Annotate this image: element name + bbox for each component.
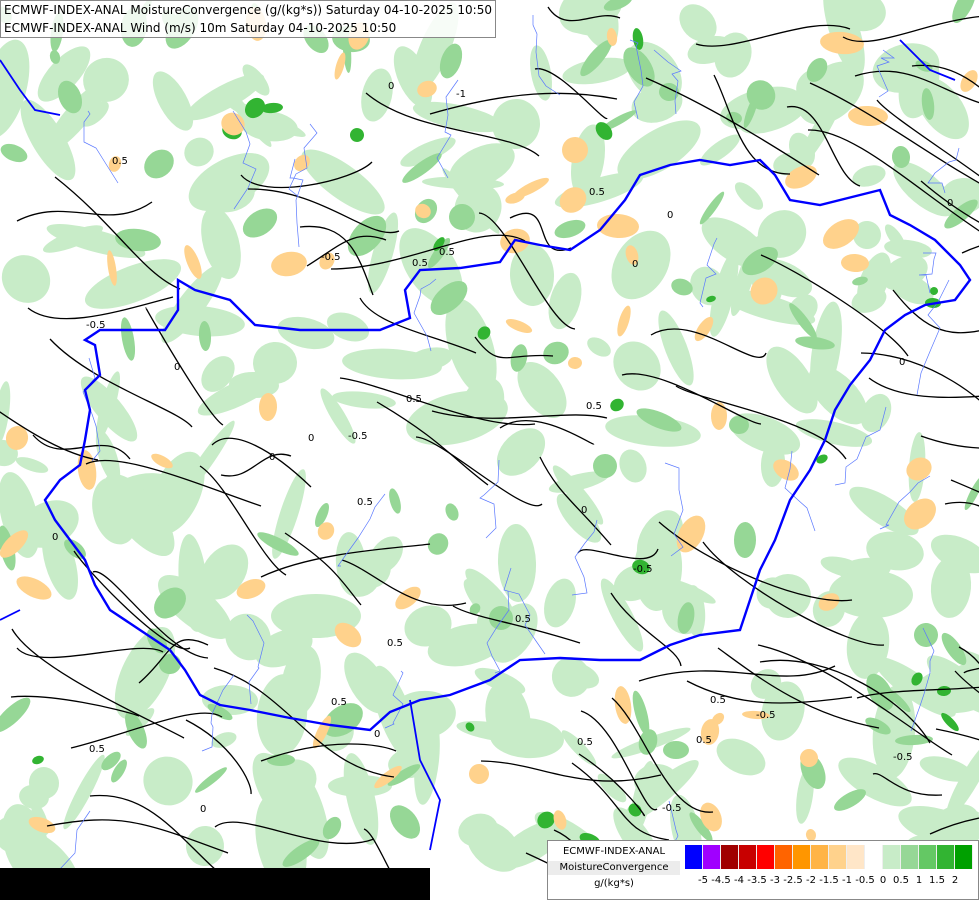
contour-label: 0.5 (515, 614, 531, 625)
legend-swatch (757, 845, 775, 869)
contour-label: 0.5 (439, 247, 455, 258)
legend-swatch (775, 845, 793, 869)
legend-ticks: -5 -4.5 -4 -3.5 -3 -2.5 -2 -1.5 -1 -0.5 0 0.5 1 1.5 2 (685, 875, 975, 889)
contour-label: -0.5 (86, 320, 106, 331)
field-patch (663, 741, 689, 759)
legend-tick-label: 1.5 (929, 875, 945, 886)
weather-map: 00.5-0.5-10.50-0.50.500.50-0.50.500.5-0.… (0, 0, 979, 900)
map-background (0, 0, 979, 900)
contour-label: -0.5 (662, 803, 682, 814)
legend-tick-label: 0.5 (893, 875, 909, 886)
legend-swatch (883, 845, 901, 869)
map-title: ECMWF-INDEX-ANAL MoistureConvergence (g/… (0, 0, 496, 38)
legend-swatch (811, 845, 829, 869)
contour-label: -0.5 (633, 564, 653, 575)
contour-label: 0.5 (589, 187, 605, 198)
color-legend: ECMWF-INDEX-ANAL MoistureConvergence g/(… (547, 840, 979, 900)
nodata-band (0, 868, 430, 900)
legend-source: ECMWF-INDEX-ANAL (562, 846, 666, 857)
legend-swatch (847, 845, 865, 869)
contour-label: 0.5 (357, 497, 373, 508)
legend-tick-label: 1 (915, 875, 923, 886)
contour-label: 0.5 (586, 401, 602, 412)
contour-label: -0.5 (756, 710, 776, 721)
legend-swatch (703, 845, 721, 869)
legend-tick-label: -4.5 (711, 875, 731, 886)
contour-label: 0 (947, 198, 953, 209)
contour-label: -1 (456, 89, 466, 100)
contour-label: 0.5 (112, 156, 128, 167)
contour-label: 0.5 (710, 695, 726, 706)
contour-label: 0 (174, 362, 180, 373)
legend-swatch (685, 845, 703, 869)
contour-label: 0 (374, 729, 380, 740)
contour-label: 0.5 (696, 735, 712, 746)
legend-tick-label: -3 (770, 875, 780, 886)
contour-label: 0 (632, 259, 638, 270)
legend-swatch (955, 845, 973, 869)
contour-label: -0.5 (348, 431, 368, 442)
contour-label: 0 (200, 804, 206, 815)
title-line-wind: ECMWF-INDEX-ANAL Wind (m/s) 10m Saturday… (4, 21, 397, 35)
legend-tick-label: -4 (734, 875, 744, 886)
contour-label: 0 (52, 532, 58, 543)
legend-swatch (793, 845, 811, 869)
legend-tick-label: -1 (842, 875, 852, 886)
legend-tick-label: -2.5 (783, 875, 803, 886)
title-line-moisture: ECMWF-INDEX-ANAL MoistureConvergence (g/… (4, 3, 492, 17)
contour-label: 0 (667, 210, 673, 221)
contour-label: 0.5 (331, 697, 347, 708)
legend-tick-label: -1.5 (819, 875, 839, 886)
legend-tick-label: -5 (698, 875, 708, 886)
contour-label: 0 (269, 452, 275, 463)
contour-label: -0.5 (321, 252, 341, 263)
legend-tick-label: 0 (879, 875, 887, 886)
legend-variable: MoistureConvergence (548, 861, 680, 875)
contour-label: 0.5 (406, 394, 422, 405)
legend-swatch (739, 845, 757, 869)
legend-swatch (919, 845, 937, 869)
contour-label: 0.5 (387, 638, 403, 649)
contour-label: -0.5 (893, 752, 913, 763)
legend-swatch (901, 845, 919, 869)
legend-swatch (865, 845, 883, 869)
legend-tick-label: -0.5 (855, 875, 875, 886)
legend-unit: g/(kg*s) (594, 878, 634, 889)
contour-label: 0 (581, 505, 587, 516)
legend-swatch (829, 845, 847, 869)
legend-swatch (937, 845, 955, 869)
contour-label: 0 (388, 81, 394, 92)
contour-label: 0.5 (412, 258, 428, 269)
field-patch (711, 402, 727, 430)
legend-tick-label: 2 (951, 875, 959, 886)
contour-label: 0 (899, 357, 905, 368)
legend-swatches (685, 845, 973, 869)
legend-tick-label: -3.5 (747, 875, 767, 886)
contour-label: 0.5 (89, 744, 105, 755)
legend-tick-label: -2 (806, 875, 816, 886)
contour-label: 0.5 (577, 737, 593, 748)
contour-label: 0 (308, 433, 314, 444)
legend-swatch (721, 845, 739, 869)
